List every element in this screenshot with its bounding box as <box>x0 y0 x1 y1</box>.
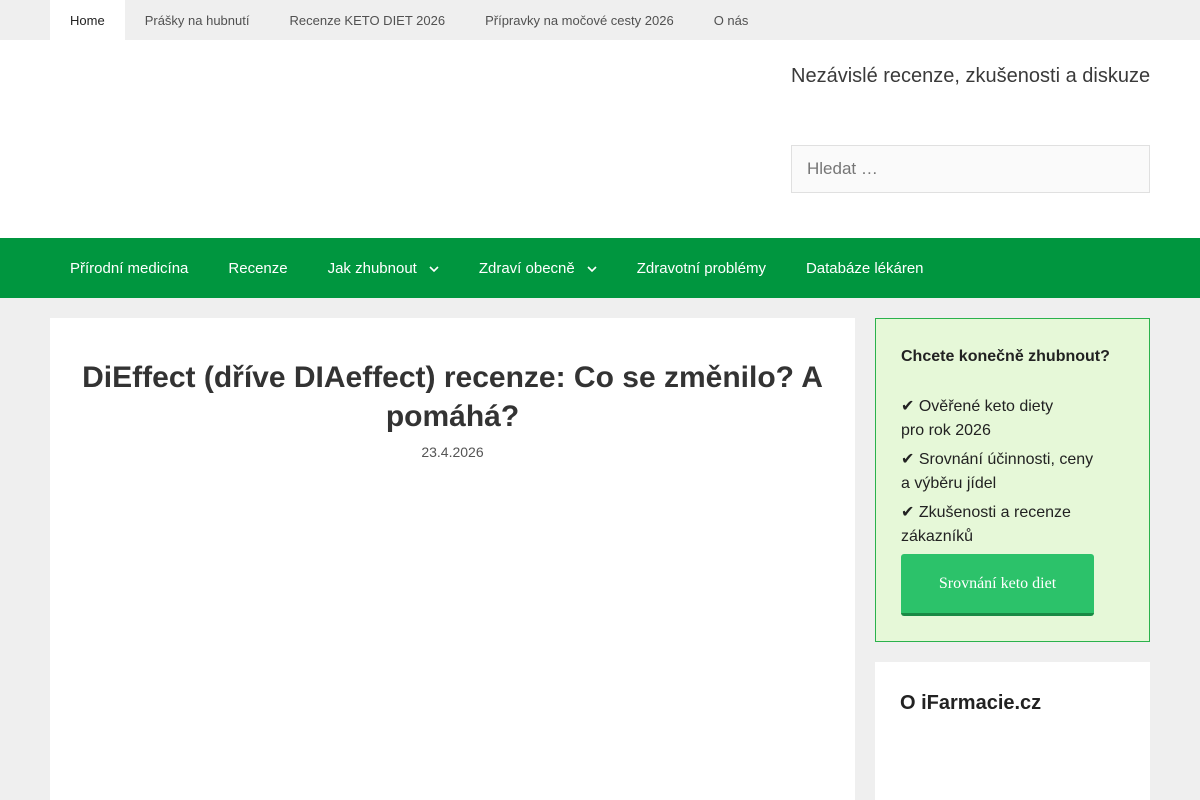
keto-comparison-button[interactable]: Srovnání keto diet <box>901 554 1094 616</box>
main-nav-item-zdravi-obecne[interactable]: Zdraví obecně <box>459 238 617 298</box>
promo-heading: Chcete konečně zhubnout? <box>901 348 1110 365</box>
main-nav-item-zdravotni-problemy[interactable]: Zdravotní problémy <box>617 238 786 298</box>
article-title: DiEffect (dříve DIAeffect) recenze: Co s… <box>82 361 823 433</box>
article-date: 23.4.2026 <box>421 444 484 460</box>
chevron-down-icon <box>429 260 439 277</box>
about-widget-title: O iFarmacie.cz <box>900 692 1042 714</box>
site-tagline: Nezávislé recenze, zkušenosti a diskuze <box>791 65 1151 87</box>
main-navigation: Přírodní medicína Recenze Jak zhubnout Z… <box>0 238 1200 298</box>
top-navigation: Home Prášky na hubnutí Recenze KETO DIET… <box>0 0 1200 40</box>
main-nav-item-prirodni-medicina[interactable]: Přírodní medicína <box>50 238 208 298</box>
main-nav-label: Zdraví obecně <box>478 259 575 277</box>
top-nav-item-home[interactable]: Home <box>50 0 125 40</box>
top-nav-item-o-nas[interactable]: O nás <box>694 0 769 40</box>
article-card: DiEffect (dříve DIAeffect) recenze: Co s… <box>50 318 855 800</box>
main-nav-label: Jak zhubnout <box>327 259 417 277</box>
chevron-down-icon <box>587 260 597 277</box>
search-input[interactable] <box>791 145 1150 193</box>
about-widget: O iFarmacie.cz <box>875 662 1150 800</box>
main-nav-item-databaze-lekaren[interactable]: Databáze lékáren <box>786 238 944 298</box>
main-nav-label: Přírodní medicína <box>70 259 189 277</box>
top-nav-item-prasky-na-hubnuti[interactable]: Prášky na hubnutí <box>125 0 270 40</box>
main-nav-label: Databáze lékáren <box>805 259 924 277</box>
promo-list-item: ✔ Ověřené keto diety pro rok 2026 <box>901 398 1054 439</box>
promo-list-item: ✔ Srovnání účinnosti, ceny a výběru jíde… <box>901 451 1094 492</box>
top-nav-item-pripravky-mocove-cesty[interactable]: Přípravky na močové cesty 2026 <box>465 0 694 40</box>
keto-promo-widget: Chcete konečně zhubnout? ✔ Ověřené keto … <box>875 318 1150 642</box>
main-nav-label: Zdravotní problémy <box>636 259 766 277</box>
main-nav-label: Recenze <box>228 259 288 277</box>
top-nav-item-recenze-keto-diet[interactable]: Recenze KETO DIET 2026 <box>269 0 465 40</box>
main-nav-item-recenze[interactable]: Recenze <box>208 238 307 298</box>
main-nav-item-jak-zhubnout[interactable]: Jak zhubnout <box>308 238 459 298</box>
site-header: Nezávislé recenze, zkušenosti a diskuze <box>0 40 1200 238</box>
promo-list-item: ✔ Zkušenosti a recenze zákazníků <box>901 504 1071 545</box>
